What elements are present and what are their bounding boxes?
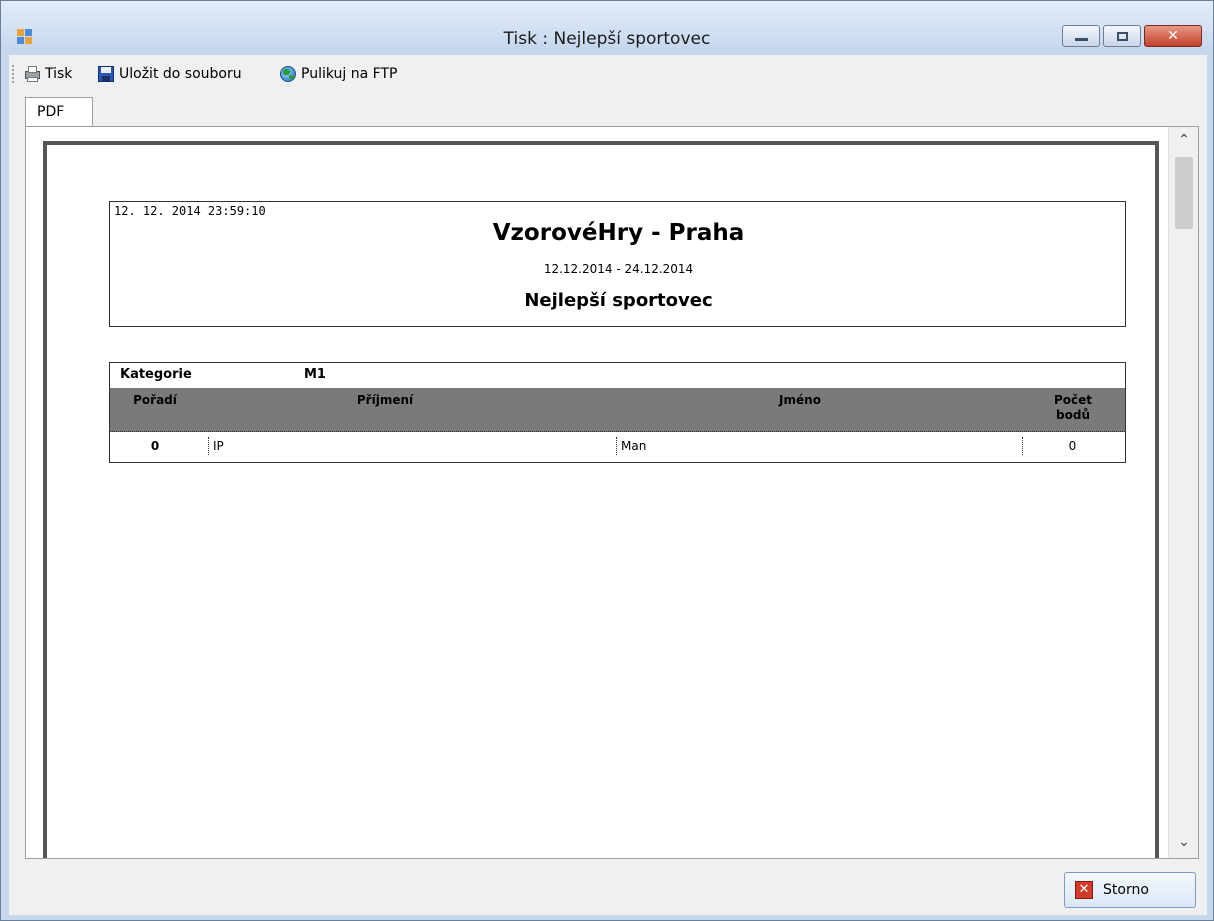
table-header: Pořadí Příjmení Jméno Počet bodů bbox=[110, 388, 1125, 432]
page-edge-top bbox=[43, 141, 1159, 145]
title-bar[interactable]: Tisk : Nejlepší sportovec ✕ bbox=[1, 1, 1213, 49]
results-table: Kategorie M1 Pořadí Příjmení Jméno Počet… bbox=[109, 362, 1126, 463]
column-header-points: Počet bodů bbox=[1053, 393, 1093, 422]
page-edge-left bbox=[43, 141, 47, 858]
scrollbar-thumb[interactable] bbox=[1175, 157, 1193, 229]
cancel-label: Storno bbox=[1103, 882, 1149, 898]
scroll-up-icon[interactable]: ⌃ bbox=[1169, 129, 1199, 151]
cell-surname: IP bbox=[208, 437, 224, 455]
minimize-icon bbox=[1075, 38, 1088, 41]
window-title: Tisk : Nejlepší sportovec bbox=[503, 29, 711, 49]
page-edge-right bbox=[1155, 141, 1159, 858]
print-label: Tisk bbox=[45, 66, 73, 82]
report-title: VzorovéHry - Praha bbox=[492, 220, 745, 246]
category-row: Kategorie M1 bbox=[110, 363, 1125, 387]
maximize-icon bbox=[1117, 32, 1128, 41]
column-header-surname: Příjmení bbox=[356, 393, 414, 407]
report-header: 12. 12. 2014 23:59:10 VzorovéHry - Praha… bbox=[109, 201, 1126, 327]
report-subtitle: Nejlepší sportovec bbox=[524, 290, 713, 311]
maximize-button[interactable] bbox=[1103, 25, 1141, 47]
cancel-button[interactable]: ✕ Storno bbox=[1064, 872, 1196, 908]
toolbar: Tisk Uložit do souboru Pulikuj na FTP bbox=[9, 55, 1207, 89]
app-window: Tisk : Nejlepší sportovec ✕ Tisk Uložit … bbox=[0, 0, 1214, 921]
publish-ftp-button[interactable]: Pulikuj na FTP bbox=[279, 63, 397, 85]
close-icon: ✕ bbox=[1167, 28, 1179, 44]
printer-icon bbox=[23, 65, 41, 83]
globe-icon bbox=[279, 65, 297, 83]
minimize-button[interactable] bbox=[1062, 25, 1100, 47]
column-header-firstname: Jméno bbox=[779, 393, 821, 407]
save-to-file-button[interactable]: Uložit do souboru bbox=[97, 63, 242, 85]
pdf-viewer[interactable]: 12. 12. 2014 23:59:10 VzorovéHry - Praha… bbox=[33, 134, 1183, 858]
vertical-scrollbar[interactable]: ⌃ ⌄ bbox=[1168, 127, 1198, 858]
toolbar-grip[interactable] bbox=[12, 65, 15, 83]
tab-panel-pdf: 12. 12. 2014 23:59:10 VzorovéHry - Praha… bbox=[25, 126, 1199, 859]
floppy-disk-icon bbox=[97, 65, 115, 83]
cancel-icon: ✕ bbox=[1075, 881, 1093, 899]
cell-firstname: Man bbox=[616, 437, 646, 455]
report-dates: 12.12.2014 - 24.12.2014 bbox=[543, 262, 694, 276]
tab-strip: PDF bbox=[9, 97, 1207, 127]
client-area: Tisk Uložit do souboru Pulikuj na FTP PD… bbox=[9, 55, 1207, 915]
column-header-rank: Pořadí bbox=[133, 393, 177, 407]
cell-rank: 0 bbox=[150, 439, 160, 453]
publish-ftp-label: Pulikuj na FTP bbox=[301, 66, 398, 82]
category-label: Kategorie bbox=[120, 367, 192, 382]
cell-points: 0 bbox=[1022, 437, 1122, 455]
report-timestamp: 12. 12. 2014 23:59:10 bbox=[114, 204, 266, 218]
close-button[interactable]: ✕ bbox=[1144, 25, 1202, 47]
scroll-down-icon[interactable]: ⌄ bbox=[1169, 831, 1199, 853]
tab-pdf[interactable]: PDF bbox=[25, 97, 93, 127]
table-row: 0 IP Man 0 bbox=[110, 432, 1125, 462]
category-value: M1 bbox=[304, 367, 326, 382]
save-to-file-label: Uložit do souboru bbox=[119, 66, 242, 82]
print-button[interactable]: Tisk bbox=[23, 63, 72, 85]
